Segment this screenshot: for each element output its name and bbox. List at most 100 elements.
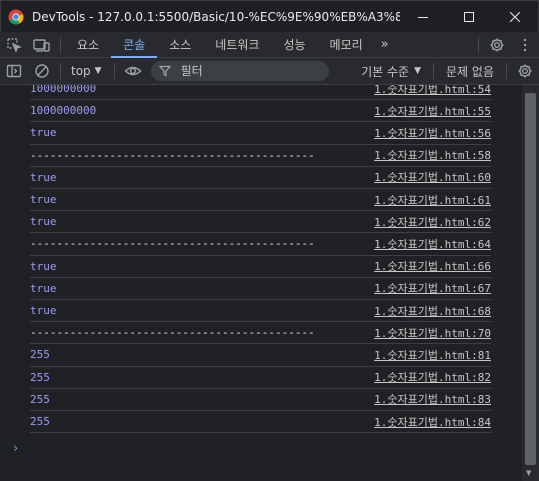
source-link[interactable]: 1.숫자표기법.html:68 (374, 303, 491, 319)
console-message-row: ----------------------------------------… (30, 322, 491, 345)
clear-console-button[interactable] (28, 58, 56, 84)
console-message-row: ----------------------------------------… (30, 145, 491, 167)
tab-sources[interactable]: 소스 (157, 32, 203, 58)
source-link[interactable]: 1.숫자표기법.html:55 (374, 103, 491, 119)
more-options-button[interactable] (511, 32, 539, 58)
console-message-value: ----------------------------------------… (30, 237, 315, 251)
console-message-row: 255 1.숫자표기법.html:81 (30, 344, 491, 367)
console-message-value: ----------------------------------------… (30, 148, 315, 162)
divider (478, 36, 479, 53)
divider (113, 63, 115, 79)
scrollbar-thumb[interactable] (525, 93, 536, 465)
source-link[interactable]: 1.숫자표기법.html:70 (374, 325, 491, 341)
issues-counter[interactable]: 문제 없음 (438, 63, 502, 80)
console-prompt-icon[interactable]: › (12, 441, 19, 455)
panel-tab-bar: 요소 콘솔 소스 네트워크 성능 메모리 » (0, 32, 539, 58)
title-bar: DevTools - 127.0.0.1:5500/Basic/10-%EC%9… (0, 0, 539, 32)
clear-icon (35, 64, 49, 78)
minimize-button[interactable] (400, 1, 446, 33)
filter-icon (158, 65, 171, 77)
settings-button[interactable] (483, 32, 511, 58)
scroll-down-arrow-icon[interactable]: ▼ (526, 469, 531, 477)
minimize-icon (418, 16, 428, 18)
gear-icon (490, 38, 504, 51)
filter-input-container[interactable] (150, 61, 329, 81)
source-link[interactable]: 1.숫자표기법.html:66 (374, 258, 491, 274)
console-message-row: 255 1.숫자표기법.html:83 (30, 389, 491, 411)
console-message-row: 255 1.숫자표기법.html:82 (30, 367, 491, 389)
tab-elements[interactable]: 요소 (65, 32, 111, 58)
console-message-value: true (30, 170, 57, 184)
source-link[interactable]: 1.숫자표기법.html:56 (374, 125, 491, 141)
window-title: DevTools - 127.0.0.1:5500/Basic/10-%EC%9… (32, 9, 400, 24)
close-icon (510, 11, 520, 22)
source-link[interactable]: 1.숫자표기법.html:54 (374, 85, 491, 97)
console-message-value: 255 (30, 370, 50, 384)
console-message-value: 255 (30, 392, 50, 406)
console-message-value: true (30, 193, 57, 207)
eye-icon (124, 66, 142, 76)
chrome-logo (8, 9, 24, 25)
divider (433, 63, 435, 79)
context-value: top (71, 64, 91, 78)
console-message-row: true 1.숫자표기법.html:56 (30, 122, 491, 145)
console-message-value: 1000000000 (30, 85, 97, 96)
source-link[interactable]: 1.숫자표기법.html:84 (374, 414, 491, 430)
toggle-sidebar-button[interactable] (0, 58, 28, 84)
console-message-row: ----------------------------------------… (30, 233, 491, 256)
source-link[interactable]: 1.숫자표기법.html:82 (374, 369, 491, 385)
divider (60, 63, 61, 79)
source-link[interactable]: 1.숫자표기법.html:61 (374, 192, 491, 208)
tab-performance[interactable]: 성능 (271, 32, 317, 58)
console-message-value: true (30, 259, 57, 273)
console-settings-button[interactable] (511, 58, 539, 84)
console-message-value: true (30, 304, 57, 318)
caret-down-icon: ▼ (94, 66, 102, 76)
source-link[interactable]: 1.숫자표기법.html:64 (374, 236, 491, 252)
console-message-row: true 1.숫자표기법.html:60 (30, 167, 491, 189)
console-message-row: true 1.숫자표기법.html:62 (30, 211, 491, 234)
source-link[interactable]: 1.숫자표기법.html:60 (374, 169, 491, 185)
console-message-value: 1000000000 (30, 104, 97, 118)
console-scrollbar[interactable]: ▼ (522, 85, 539, 481)
console-message-row: 255 1.숫자표기법.html:84 (30, 411, 491, 434)
filter-input[interactable] (180, 64, 321, 78)
device-toolbar-button[interactable] (28, 32, 56, 58)
divider (60, 36, 61, 53)
source-link[interactable]: 1.숫자표기법.html:81 (374, 347, 491, 363)
source-link[interactable]: 1.숫자표기법.html:62 (374, 214, 491, 230)
maximize-button[interactable] (446, 1, 492, 33)
source-link[interactable]: 1.숫자표기법.html:67 (374, 280, 491, 296)
console-message-value: 255 (30, 415, 50, 429)
tab-console[interactable]: 콘솔 (111, 32, 158, 58)
live-expression-button[interactable] (119, 58, 147, 84)
console-messages: 1000000000 1.숫자표기법.html:54 1000000000 1.숫자표… (0, 85, 522, 481)
console-message-row: true 1.숫자표기법.html:61 (30, 189, 491, 212)
console-message-value: ----------------------------------------… (30, 326, 315, 340)
console-message-value: true (30, 126, 57, 140)
kebab-menu-icon (523, 38, 527, 51)
context-selector[interactable]: top ▼ (65, 64, 110, 78)
gear-icon (518, 64, 532, 78)
console-message-value: true (30, 281, 57, 295)
tab-memory[interactable]: 메모리 (318, 32, 375, 58)
caret-down-icon: ▼ (414, 66, 422, 76)
tab-network[interactable]: 네트워크 (203, 32, 271, 58)
console-message-row: 1000000000 1.숫자표기법.html:55 (30, 100, 491, 123)
divider (506, 63, 507, 79)
log-levels-dropdown[interactable]: 기본 수준 ▼ (351, 63, 429, 80)
console-message-row: true 1.숫자표기법.html:67 (30, 278, 491, 300)
console-message-row: true 1.숫자표기법.html:66 (30, 256, 491, 278)
source-link[interactable]: 1.숫자표기법.html:58 (374, 147, 491, 163)
source-link[interactable]: 1.숫자표기법.html:83 (374, 391, 491, 407)
console-message-row: 1000000000 1.숫자표기법.html:54 (30, 85, 491, 101)
sidebar-icon (6, 64, 22, 78)
device-icon (33, 38, 50, 52)
console-message-value: true (30, 215, 57, 229)
console-message-value: 255 (30, 348, 50, 362)
more-tabs-button[interactable]: » (375, 37, 395, 52)
log-levels-label: 기본 수준 (361, 64, 410, 79)
inspect-element-button[interactable] (0, 32, 28, 58)
close-button[interactable] (492, 1, 538, 33)
console-toolbar: top ▼ 기본 수준 ▼ 문제 없음 (0, 58, 539, 85)
